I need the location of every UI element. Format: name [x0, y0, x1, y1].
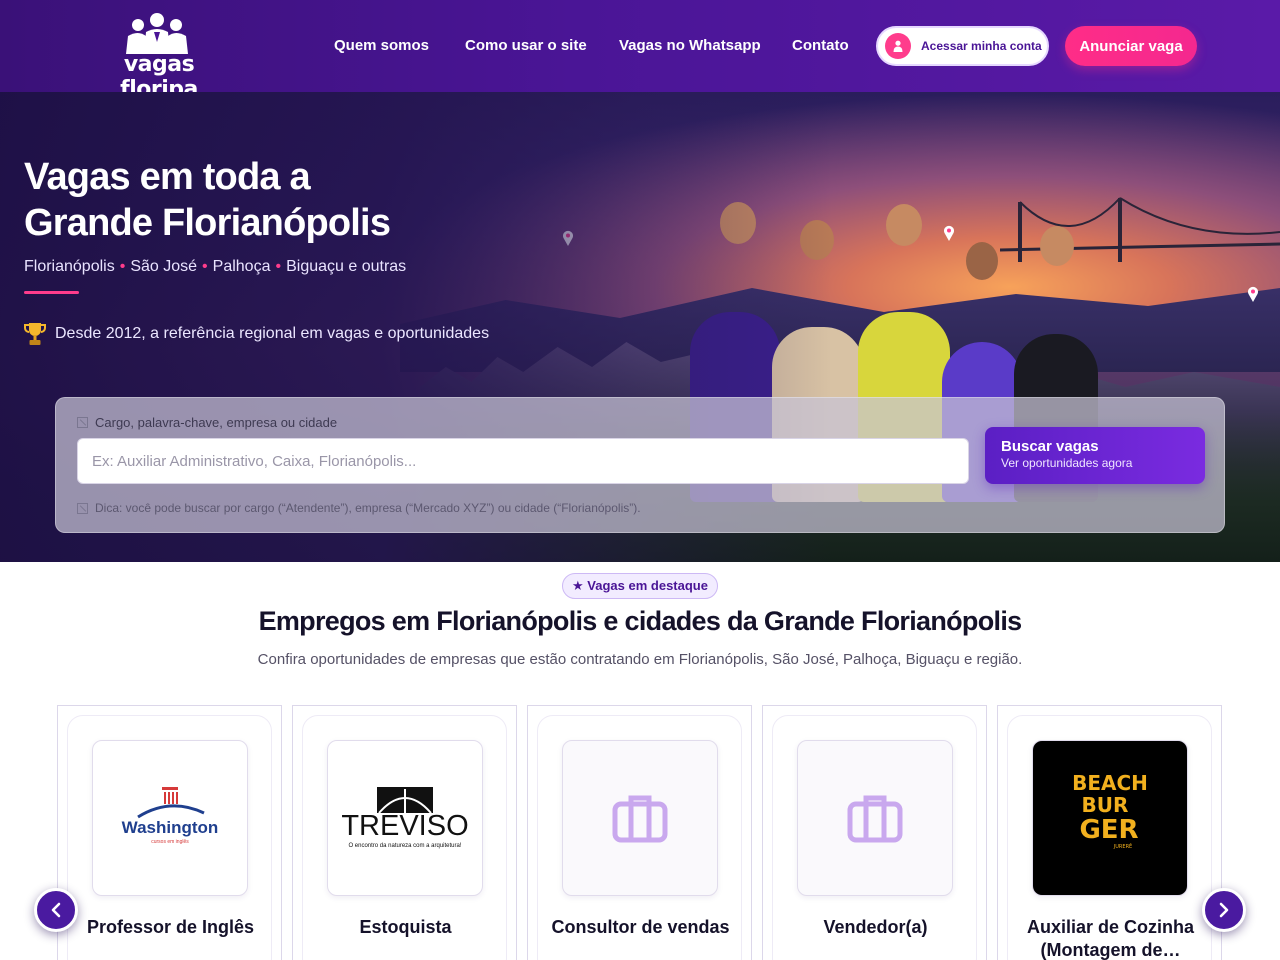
job-card-slot: Consultor de vendas [527, 705, 752, 960]
job-card-slot: BEACH BUR GER JURERÊ Auxiliar de Cozinha… [997, 705, 1222, 960]
job-card[interactable]: Washington cursos em inglês Professor de… [67, 715, 272, 960]
hero-title: Vagas em toda a Grande Florianópolis [24, 156, 391, 244]
nav-quem-somos[interactable]: Quem somos [334, 37, 429, 54]
briefcase-icon [847, 795, 903, 843]
hero-since: Desde 2012, a referência regional em vag… [24, 322, 489, 346]
beach-burger-logo: BEACH BUR GER JURERÊ [1039, 742, 1181, 894]
section-title: Empregos em Florianópolis e cidades da G… [258, 606, 1023, 636]
svg-text:O encontro da natureza com a a: O encontro da natureza com a arquitetura… [348, 843, 461, 849]
search-button[interactable]: Buscar vagas Ver oportunidades agora [985, 427, 1205, 484]
chevron-right-icon [1219, 902, 1229, 918]
search-label: Cargo, palavra-chave, empresa ou cidade [77, 415, 337, 430]
nav-vagas-whatsapp[interactable]: Vagas no Whatsapp [619, 37, 761, 54]
featured-jobs-carousel: Washington cursos em inglês Professor de… [57, 705, 1223, 960]
lightbulb-icon [77, 502, 88, 514]
job-card-slot: TREVISO O encontro da natureza com a arq… [292, 705, 517, 960]
svg-text:Washington: Washington [122, 818, 219, 837]
svg-text:JURERÊ: JURERÊ [1113, 842, 1132, 850]
user-icon [885, 33, 911, 59]
search-icon [77, 417, 88, 428]
account-button-label: Acessar minha conta [921, 39, 1042, 53]
job-card[interactable]: TREVISO O encontro da natureza com a arq… [302, 715, 507, 960]
job-title: Estoquista [359, 917, 452, 937]
hero-banner: Vagas em toda a Grande Florianópolis Flo… [0, 92, 1280, 562]
people-group-icon [126, 13, 188, 54]
job-search-card: Cargo, palavra-chave, empresa ou cidade … [55, 397, 1225, 533]
top-navigation-bar: vagas floripa Quem somos Como usar o sit… [0, 0, 1280, 102]
job-card[interactable]: Consultor de vendas [537, 715, 742, 960]
chevron-left-icon [51, 902, 61, 918]
company-logo-placeholder [562, 740, 718, 896]
washington-logo: Washington cursos em inglês [122, 787, 219, 845]
svg-text:GER: GER [1079, 815, 1138, 845]
nav-contato[interactable]: Contato [792, 37, 849, 54]
post-job-button[interactable]: Anunciar vaga [1065, 26, 1197, 66]
job-card-slot: Washington cursos em inglês Professor de… [57, 705, 282, 960]
job-title: Professor de Inglês [86, 917, 255, 937]
job-title: Auxiliar de Cozinha (Montagem de… [1026, 917, 1195, 960]
job-card-slot: Vendedor(a) [762, 705, 987, 960]
job-card[interactable]: Vendedor(a) [772, 715, 977, 960]
job-title: Vendedor(a) [823, 917, 928, 937]
svg-text:cursos em inglês: cursos em inglês [151, 839, 189, 845]
company-logo: BEACH BUR GER JURERÊ [1032, 740, 1188, 896]
carousel-prev-button[interactable] [34, 888, 78, 932]
company-logo: TREVISO O encontro da natureza com a arq… [327, 740, 483, 896]
job-title: Consultor de vendas [551, 917, 730, 937]
section-subtitle: Confira oportunidades de empresas que es… [257, 651, 1023, 668]
hero-cities: Florianópolis • São José • Palhoça • Biguaçu e… [24, 258, 407, 275]
svg-text:BUR: BUR [1082, 793, 1129, 817]
site-logo[interactable]: vagas floripa [84, 12, 234, 102]
carousel-next-button[interactable] [1202, 888, 1246, 932]
job-card[interactable]: BEACH BUR GER JURERÊ Auxiliar de Cozinha… [1007, 715, 1212, 960]
company-logo-placeholder [797, 740, 953, 896]
treviso-logo: TREVISO O encontro da natureza com a arq… [341, 787, 469, 849]
account-button[interactable]: Acessar minha conta [876, 26, 1049, 66]
svg-text:TREVISO: TREVISO [341, 810, 468, 842]
trophy-icon [24, 323, 46, 345]
search-input[interactable] [77, 438, 969, 484]
briefcase-icon [612, 795, 668, 843]
search-tip: Dica: você pode buscar por cargo (“Atend… [77, 501, 641, 515]
company-logo: Washington cursos em inglês [92, 740, 248, 896]
svg-text:BEACH: BEACH [1072, 771, 1148, 795]
title-accent-line [24, 291, 79, 294]
nav-como-usar[interactable]: Como usar o site [465, 37, 587, 54]
featured-badge: ★ Vagas em destaque [562, 573, 718, 599]
